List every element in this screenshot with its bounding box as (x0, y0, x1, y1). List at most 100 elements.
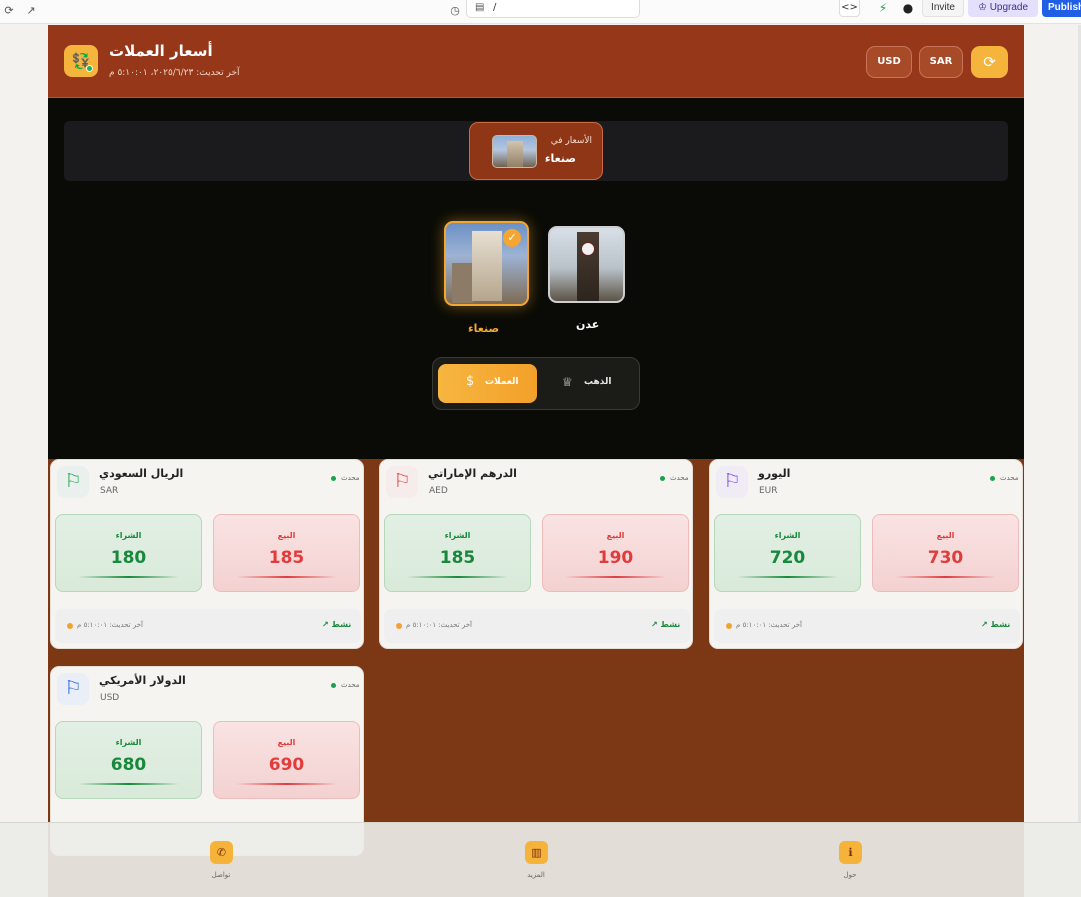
nav-about[interactable]: ℹ حول (820, 841, 880, 891)
refresh-icon: ⟳ (983, 53, 996, 71)
sell-label: البيع (277, 738, 296, 747)
currency-card[interactable]: ⚐ الريال السعودي SAR محدث الشراء 180 الب… (50, 459, 364, 649)
publish-button[interactable]: Publish (1042, 0, 1081, 17)
phone-icon: ✆ (210, 841, 233, 864)
sell-underline (894, 576, 997, 578)
buy-label: الشراء (115, 738, 142, 747)
tab-gold-label: الذهب (584, 377, 612, 387)
bottom-nav: ✆ تواصل ▥ المزيد ℹ حول (0, 822, 1081, 897)
card-last-update: آخر تحديث: ٥:١٠:٠١ م (736, 621, 802, 629)
tab-currencies-label: العملات (485, 377, 519, 387)
open-external-icon[interactable]: ↗ (22, 2, 40, 20)
upgrade-button[interactable]: ♔ Upgrade (968, 0, 1038, 17)
bolt-icon[interactable]: ⚡ (876, 0, 890, 17)
buy-underline (406, 576, 509, 578)
category-tabs: $ العملات ♕ الذهب (432, 357, 640, 410)
usd-button[interactable]: USD (866, 46, 912, 78)
sell-label: البيع (277, 531, 296, 540)
currency-code: SAR (100, 486, 119, 496)
currency-card[interactable]: ⚐ الدرهم الإماراتي AED محدث الشراء 185 ا… (379, 459, 693, 649)
history-icon[interactable]: ◷ (446, 2, 464, 20)
card-footer: آخر تحديث: ٥:١٠:٠١ م ↗ نشط (714, 609, 1020, 643)
sell-underline (235, 783, 338, 785)
currency-code: USD (100, 693, 120, 703)
status-label: محدث (670, 474, 689, 482)
app-container: 💱 أسعار العملات آخر تحديث: ٢٠٢٥/٦/٢٣، ٥:… (48, 25, 1024, 897)
app-header: 💱 أسعار العملات آخر تحديث: ٢٠٢٥/٦/٢٣، ٥:… (48, 25, 1024, 98)
buy-underline (77, 576, 180, 578)
trend-indicator: ↗ نشط (981, 620, 1010, 629)
buy-price-box: الشراء 680 (55, 721, 202, 799)
buy-underline (77, 783, 180, 785)
card-last-update: آخر تحديث: ٥:١٠:٠١ م (406, 621, 472, 629)
currency-code: EUR (759, 486, 778, 496)
city-label-sanaa[interactable]: صنعاء (468, 322, 499, 335)
status-dot (660, 476, 665, 481)
buy-label: الشراء (115, 531, 142, 540)
tab-currencies[interactable]: $ العملات (438, 364, 537, 403)
crown-icon: ♔ (977, 2, 990, 13)
nav-about-label: حول (843, 871, 857, 879)
app-logo: 💱 (64, 45, 98, 77)
github-icon[interactable]: ● (900, 0, 916, 17)
currency-name: اليورو (758, 467, 791, 480)
card-footer: آخر تحديث: ٥:١٠:٠١ م ↗ نشط (384, 609, 690, 643)
current-city-chip[interactable]: الأسعار في صنعاء (469, 122, 603, 180)
buy-value: 180 (110, 548, 147, 568)
time-dot (67, 623, 73, 629)
sell-underline (564, 576, 667, 578)
status-label: محدث (1000, 474, 1019, 482)
buy-label: الشراء (444, 531, 471, 540)
trend-indicator: ↗ نشط (651, 620, 680, 629)
crown-icon: ♕ (562, 375, 573, 389)
nav-contact[interactable]: ✆ تواصل (191, 841, 251, 891)
trend-label: نشط (990, 620, 1011, 629)
sell-label: البيع (936, 531, 955, 540)
nav-more-label: المزيد (527, 871, 545, 879)
code-icon: <> (841, 2, 858, 13)
trend-indicator: ↗ نشط (322, 620, 351, 629)
buy-value: 680 (110, 755, 147, 775)
time-dot (726, 623, 732, 629)
currency-card[interactable]: ⚐ اليورو EUR محدث الشراء 720 البيع 730 آ… (709, 459, 1023, 649)
buy-price-box: الشراء 180 (55, 514, 202, 592)
city-card-sanaa[interactable]: ✓ (444, 221, 529, 306)
sanaa-thumbnail (492, 135, 537, 168)
buy-label: الشراء (774, 531, 801, 540)
dollar-icon: $ (466, 374, 475, 389)
sell-value: 185 (268, 548, 305, 568)
nav-more[interactable]: ▥ المزيد (506, 841, 566, 891)
flag-icon: ⚐ (386, 466, 418, 498)
status-dot (990, 476, 995, 481)
address-bar[interactable]: ▤ / (466, 0, 640, 18)
online-dot (86, 65, 93, 72)
sell-underline (235, 576, 338, 578)
trend-label: نشط (660, 620, 681, 629)
currency-name: الريال السعودي (99, 467, 184, 480)
sar-button[interactable]: SAR (919, 46, 963, 78)
trend-label: نشط (331, 620, 352, 629)
upgrade-label: Upgrade (989, 2, 1029, 13)
code-view-button[interactable]: <> (839, 0, 860, 17)
sell-price-box: البيع 190 (542, 514, 689, 592)
sell-value: 730 (927, 548, 964, 568)
city-label-aden[interactable]: عدن (576, 318, 599, 331)
buy-underline (736, 576, 839, 578)
info-icon: ℹ (839, 841, 862, 864)
sell-value: 190 (597, 548, 634, 568)
page-icon: ▤ (475, 2, 485, 13)
sell-price-box: البيع 185 (213, 514, 360, 592)
card-last-update: آخر تحديث: ٥:١٠:٠١ م (77, 621, 143, 629)
invite-button[interactable]: Invite (922, 0, 964, 17)
reload-icon[interactable]: ⟳ (0, 2, 18, 20)
currency-code: AED (429, 486, 448, 496)
buy-price-box: الشراء 720 (714, 514, 861, 592)
flag-icon: ⚐ (716, 466, 748, 498)
city-card-aden[interactable] (548, 226, 625, 303)
status-dot (331, 683, 336, 688)
status-dot (331, 476, 336, 481)
refresh-button[interactable]: ⟳ (971, 46, 1008, 78)
browser-toolbar: ⟳ ↗ ◷ ▤ / <> ⚡ ● Invite ♔ Upgrade Publis… (0, 0, 1081, 24)
currency-name: الدرهم الإماراتي (428, 467, 517, 480)
card-footer: آخر تحديث: ٥:١٠:٠١ م ↗ نشط (55, 609, 361, 643)
